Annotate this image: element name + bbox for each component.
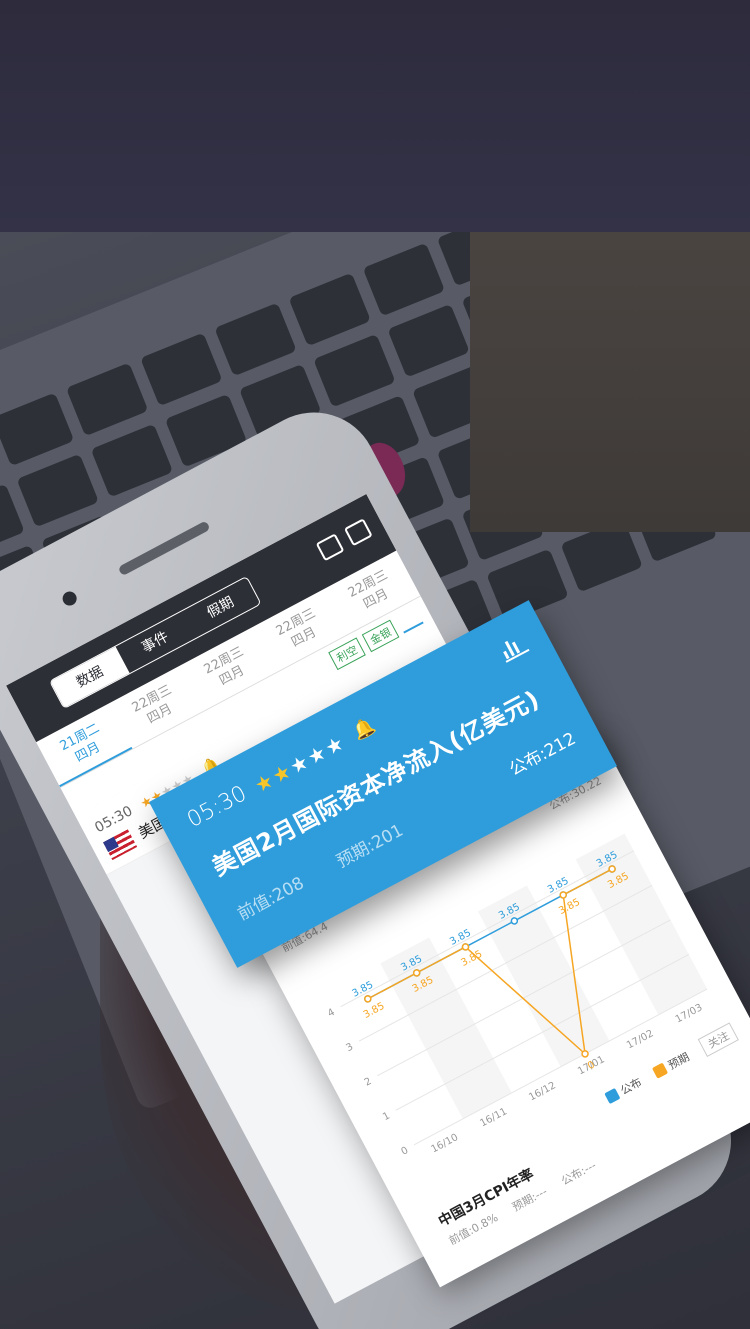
banner-expected: 预期:201 (333, 820, 407, 873)
follow-button[interactable]: 关注 (697, 1022, 739, 1057)
banner-published: 公布:212 (506, 728, 580, 781)
y-tick-label: 1 (381, 1111, 392, 1124)
y-tick-label: 0 (399, 1145, 410, 1158)
banner-previous: 前值:208 (234, 873, 308, 925)
x-tick-label: 16/11 (478, 1106, 509, 1129)
tab-holidays[interactable]: 假期 (181, 577, 260, 638)
calendar-icon[interactable] (343, 518, 373, 547)
data-point (559, 891, 567, 899)
y-tick-label: 3 (344, 1041, 355, 1054)
tab-data[interactable]: 数据 (50, 646, 130, 708)
x-tick-label: 17/02 (625, 1028, 656, 1051)
speaker-grille (117, 520, 211, 577)
x-tick-label: 16/10 (430, 1132, 461, 1155)
tab-events[interactable]: 事件 (116, 612, 195, 673)
bell-icon[interactable]: 🔔 (349, 714, 379, 743)
us-flag-icon (102, 828, 137, 860)
camera-icon (60, 589, 80, 609)
data-label: 3.85 (459, 949, 484, 969)
filter-icon[interactable] (315, 533, 345, 562)
wood-table (470, 232, 750, 532)
bar-chart-icon[interactable] (495, 630, 531, 664)
legend-published: 公布 (602, 1072, 645, 1107)
legend-expected: 预期 (650, 1047, 693, 1082)
x-tick-label: 17/03 (674, 1002, 705, 1025)
header-band (0, 0, 750, 232)
banner-time: 05:30 (183, 781, 251, 833)
x-tick-label: 16/12 (527, 1080, 558, 1103)
data-label: 3.85 (557, 897, 582, 917)
data-point (364, 995, 372, 1003)
bar-chart-icon[interactable] (395, 607, 424, 634)
y-tick-label: 2 (363, 1076, 374, 1089)
data-label: 3.85 (362, 1001, 387, 1021)
y-tick-label: 4 (326, 1007, 337, 1020)
